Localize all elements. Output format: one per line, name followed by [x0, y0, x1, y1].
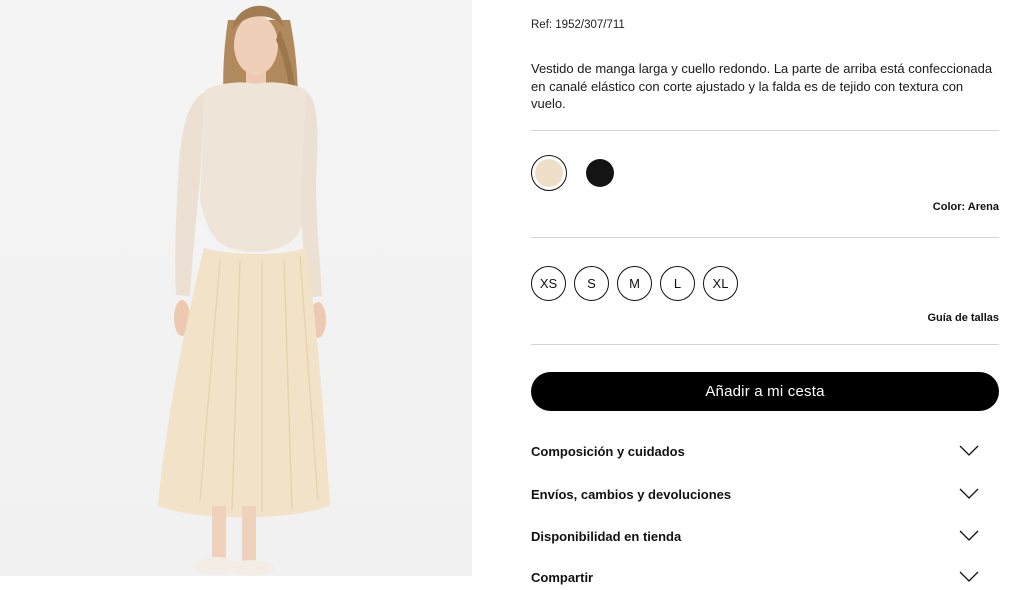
- chevron-down-icon: [959, 488, 979, 499]
- divider: [531, 344, 999, 345]
- size-option-xs[interactable]: XS: [531, 266, 566, 301]
- product-description: Vestido de manga larga y cuello redondo.…: [531, 61, 993, 111]
- size-option-l[interactable]: L: [660, 266, 695, 301]
- color-swatch-fill: [586, 159, 614, 187]
- size-guide-link[interactable]: Guía de tallas: [927, 312, 999, 324]
- size-option-m[interactable]: M: [617, 266, 652, 301]
- product-reference: Ref: 1952/307/711: [531, 19, 625, 31]
- add-to-cart-button[interactable]: Añadir a mi cesta: [531, 372, 999, 411]
- product-image[interactable]: [0, 0, 472, 576]
- divider: [531, 130, 999, 131]
- accordion-label: Composición y cuidados: [531, 443, 685, 459]
- size-selector: XS S M L XL: [531, 266, 738, 301]
- accordion-compartir[interactable]: Compartir: [531, 564, 999, 590]
- accordion-label: Compartir: [531, 569, 594, 585]
- color-swatch-negro[interactable]: [582, 155, 618, 191]
- color-swatch-fill: [535, 159, 563, 187]
- selected-color-label: Color: Arena: [932, 201, 999, 213]
- accordion-composicion[interactable]: Composición y cuidados: [531, 438, 999, 464]
- chevron-down-icon: [959, 571, 979, 582]
- size-option-xl[interactable]: XL: [703, 266, 738, 301]
- accordion-disponibilidad[interactable]: Disponibilidad en tienda: [531, 523, 999, 549]
- accordion-label: Disponibilidad en tienda: [531, 528, 682, 544]
- accordion-envios[interactable]: Envíos, cambios y devoluciones: [531, 481, 999, 507]
- color-swatch-arena[interactable]: [531, 155, 567, 191]
- size-option-s[interactable]: S: [574, 266, 609, 301]
- accordion-label: Envíos, cambios y devoluciones: [531, 486, 732, 502]
- model-illustration: [158, 5, 330, 576]
- chevron-down-icon: [959, 530, 979, 541]
- divider: [531, 237, 999, 238]
- product-info-panel: Ref: 1952/307/711 Vestido de manga larga…: [531, 0, 999, 585]
- chevron-down-icon: [959, 445, 979, 456]
